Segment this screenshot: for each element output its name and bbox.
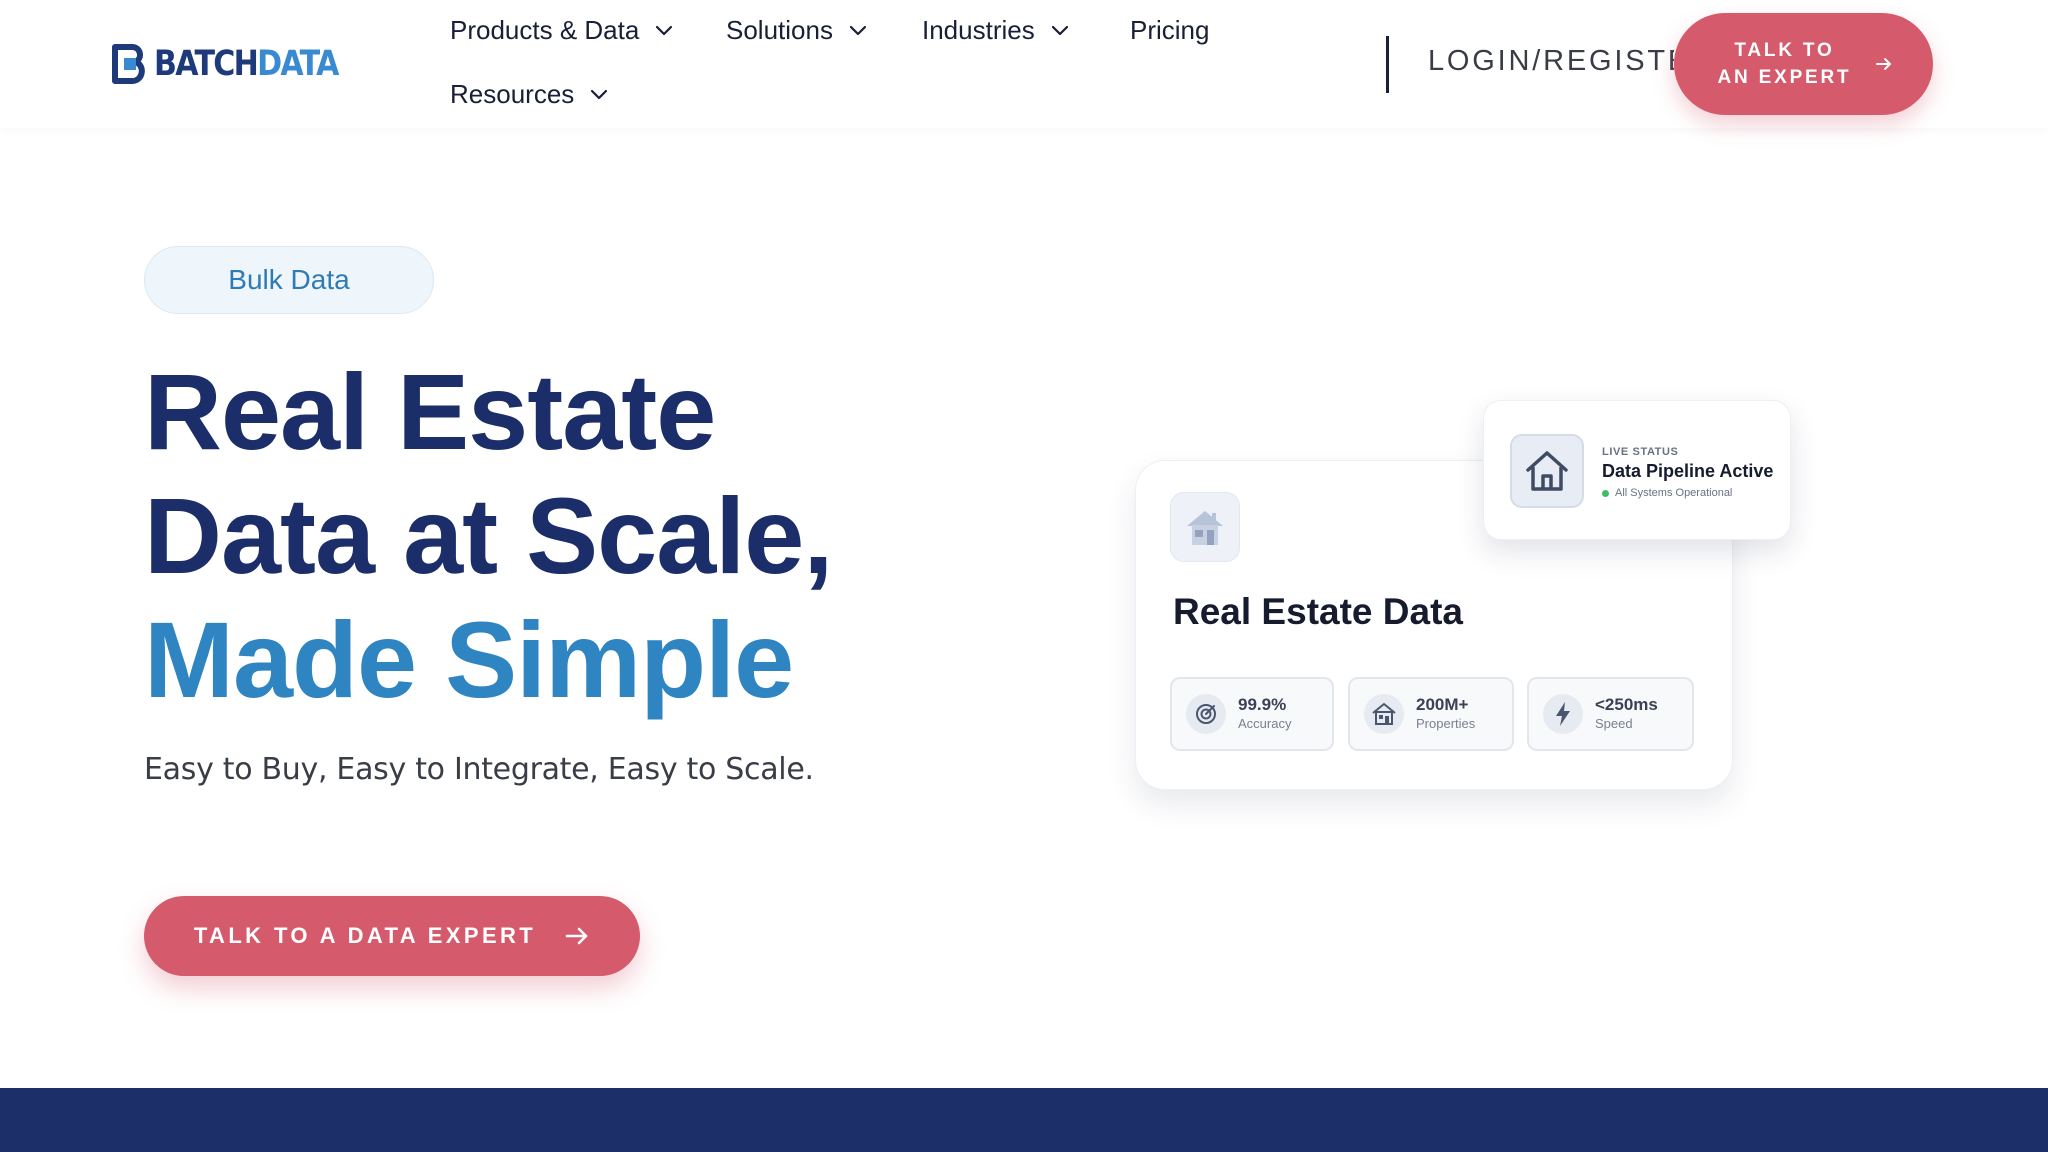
house-icon — [1364, 694, 1404, 734]
card-title: Real Estate Data — [1173, 591, 1463, 632]
status-house-icon — [1510, 434, 1584, 508]
status-title: Data Pipeline Active — [1602, 461, 1774, 481]
nav-industries-label: Industries — [922, 14, 1035, 45]
arrow-right-icon — [565, 927, 588, 945]
hero-headline: Real Estate Data at Scale, Made Simple — [144, 350, 964, 722]
stat-speed: <250ms Speed — [1527, 677, 1694, 751]
status-subtitle: All Systems Operational — [1602, 487, 1732, 499]
login-register-link[interactable]: LOGIN/REGISTER — [1428, 40, 1674, 82]
arrow-right-icon — [1875, 58, 1891, 70]
nav-products-data-label: Products & Data — [450, 14, 640, 45]
stat-speed-label: Speed — [1595, 716, 1633, 731]
chevron-down-icon — [849, 25, 867, 36]
lightning-icon — [1543, 694, 1583, 734]
nav-solutions[interactable]: Solutions — [726, 10, 869, 50]
batchdata-logo-icon — [112, 44, 145, 84]
talk-to-data-expert-label: TALK TO A DATA EXPERT — [193, 923, 537, 948]
nav-resources[interactable]: Resources — [450, 74, 610, 114]
navy-section-band — [0, 1088, 2048, 1152]
card-house-icon — [1170, 492, 1240, 562]
chevron-down-icon — [591, 89, 608, 100]
nav-products-data[interactable]: Products & Data — [450, 10, 675, 50]
site-header: BATCHDATA Products & Data Solutions Indu… — [0, 0, 2048, 128]
nav-solutions-label: Solutions — [726, 14, 833, 45]
stat-properties-value: 200M+ — [1416, 695, 1469, 714]
chevron-down-icon — [656, 25, 673, 36]
status-kicker: LIVE STATUS — [1602, 446, 1679, 458]
nav-resources-label: Resources — [450, 78, 575, 109]
hero-subtitle: Easy to Buy, Easy to Integrate, Easy to … — [144, 752, 814, 787]
status-green-dot — [1602, 489, 1609, 497]
live-status-card: LIVE STATUS Data Pipeline Active All Sys… — [1483, 400, 1791, 540]
nav-pricing[interactable]: Pricing — [1130, 10, 1209, 50]
logo-wordmark: BATCHDATA — [154, 44, 339, 84]
talk-to-expert-label: TALK TO AN EXPERT — [1717, 40, 1852, 88]
stat-properties-label: Properties — [1416, 716, 1476, 731]
house-icon — [1187, 511, 1223, 545]
talk-to-expert-button[interactable]: TALK TO AN EXPERT — [1674, 13, 1933, 115]
hero-headline-dark: Real Estate Data at Scale, — [144, 351, 833, 596]
nav-industries[interactable]: Industries — [922, 10, 1071, 50]
hero-headline-accent: Made Simple — [144, 599, 794, 720]
stat-accuracy: 99.9% Accuracy — [1170, 677, 1334, 751]
stat-properties: 200M+ Properties — [1348, 677, 1514, 751]
nav-pricing-label: Pricing — [1130, 14, 1210, 45]
bulk-data-badge: Bulk Data — [144, 246, 434, 314]
stat-accuracy-value: 99.9% — [1238, 695, 1287, 714]
talk-to-data-expert-button[interactable]: TALK TO A DATA EXPERT — [144, 896, 640, 976]
batchdata-logo[interactable]: BATCHDATA — [112, 44, 368, 84]
chevron-down-icon — [1051, 25, 1068, 36]
stat-accuracy-label: Accuracy — [1238, 716, 1292, 731]
target-icon — [1186, 694, 1226, 734]
header-divider — [1386, 36, 1389, 93]
status-subtitle-text: All Systems Operational — [1615, 487, 1733, 499]
house-outline-icon — [1526, 451, 1568, 491]
stat-speed-value: <250ms — [1595, 695, 1658, 714]
